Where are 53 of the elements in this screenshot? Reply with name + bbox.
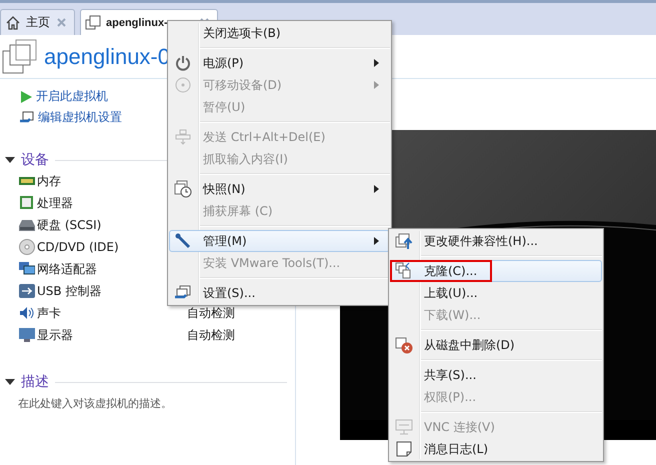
- collapse-arrow-icon[interactable]: [5, 156, 15, 164]
- disc-icon: [175, 77, 191, 93]
- vm-title: apenglinux-0: [44, 44, 170, 70]
- menu-item[interactable]: 管理(M): [169, 230, 390, 252]
- section-title: 描述: [21, 373, 49, 391]
- menu-item[interactable]: 共享(S)...: [390, 364, 602, 386]
- device-name: CD/DVD (IDE): [37, 240, 119, 254]
- menu-item[interactable]: 从磁盘中删除(D): [390, 334, 602, 356]
- submenu-arrow-icon: [374, 185, 379, 193]
- tab-label: 主页: [26, 14, 50, 31]
- description-text[interactable]: 在此处键入对该虚拟机的描述。: [0, 392, 295, 411]
- tab[interactable]: 主页: [0, 9, 75, 35]
- home-icon: [5, 14, 21, 30]
- settings-icon: [174, 285, 192, 301]
- note-icon: [396, 441, 412, 457]
- device-value: 自动检测: [187, 304, 235, 322]
- upload-icon: [395, 232, 413, 250]
- cd-icon: [19, 239, 37, 255]
- monitor-icon: [395, 419, 413, 435]
- menu-item[interactable]: 更改硬件兼容性(H)...: [390, 230, 602, 252]
- usb-icon: [19, 284, 37, 298]
- tab-label: apenglinux-: [106, 16, 168, 28]
- power-icon: [175, 55, 191, 71]
- device-name: 处理器: [37, 194, 73, 212]
- menu-item[interactable]: 上载(U)...: [390, 282, 602, 304]
- menu-item[interactable]: 电源(P): [169, 52, 390, 74]
- play-icon: [19, 90, 33, 104]
- menu-item[interactable]: 快照(N): [169, 178, 390, 200]
- collapse-arrow-icon[interactable]: [5, 378, 15, 386]
- clone-icon: [395, 262, 413, 280]
- settings-icon: [19, 110, 35, 124]
- device-value: 自动检测: [187, 326, 235, 344]
- wrench-icon: [175, 233, 191, 249]
- vm-icon: [85, 14, 101, 30]
- device-name: 显示器: [37, 326, 73, 344]
- device-name: USB 控制器: [37, 282, 102, 300]
- display-icon: [19, 328, 37, 342]
- delete-icon: [395, 336, 413, 354]
- network-icon: [19, 262, 37, 276]
- clock-icon: [174, 180, 192, 198]
- memory-icon: [19, 174, 37, 188]
- device-name: 声卡: [37, 304, 61, 322]
- keyboard-icon: [175, 129, 191, 145]
- device-name: 内存: [37, 172, 61, 190]
- section-title: 设备: [21, 151, 49, 169]
- menu-item[interactable]: 克隆(C)...: [390, 260, 602, 282]
- submenu-arrow-icon: [374, 81, 379, 89]
- menu-item[interactable]: 设置(S)...: [169, 282, 390, 304]
- device-name: 硬盘 (SCSI): [37, 216, 102, 234]
- submenu-arrow-icon: [374, 59, 379, 67]
- menu-item[interactable]: 消息日志(L): [390, 438, 602, 460]
- device-name: 网络适配器: [37, 260, 97, 278]
- submenu-arrow-icon: [374, 237, 379, 245]
